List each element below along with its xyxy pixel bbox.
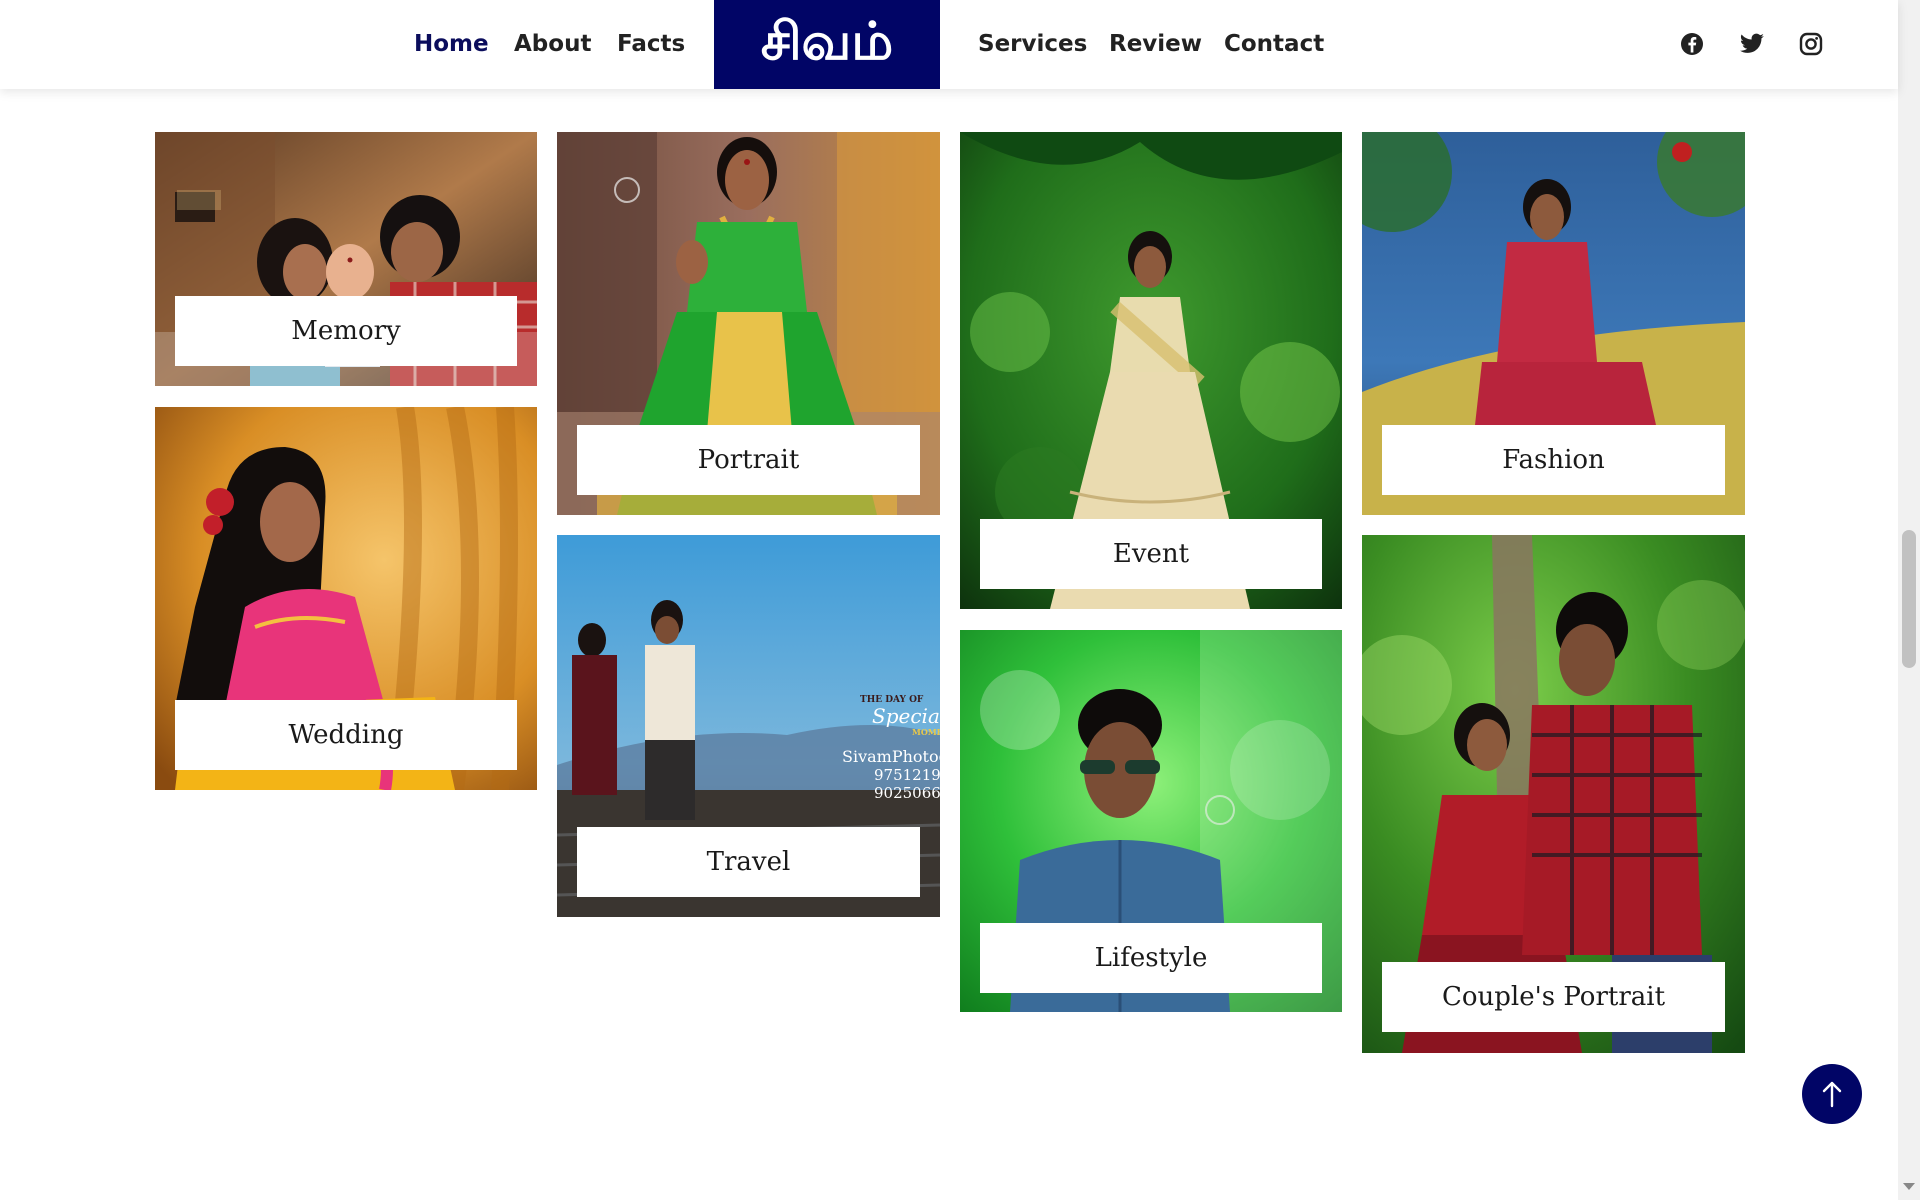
twitter-icon[interactable]	[1739, 31, 1765, 57]
gallery-card-portrait[interactable]: Portrait	[557, 132, 940, 515]
travel-overlay-text: THE DAY OF Special MOME SivamPhotog 9751…	[842, 695, 940, 802]
nav-facts[interactable]: Facts	[617, 0, 685, 89]
caption-event: Event	[980, 519, 1322, 589]
overlay-line2: Special	[872, 704, 940, 728]
overlay-studio: SivamPhotog	[842, 747, 940, 766]
caption-travel: Travel	[577, 827, 920, 897]
nav-review[interactable]: Review	[1109, 0, 1202, 89]
overlay-phone1: 97512195	[874, 766, 940, 784]
gallery-card-couples-portrait[interactable]: Couple's Portrait	[1362, 535, 1745, 1053]
nav-services[interactable]: Services	[978, 0, 1087, 89]
caption-wedding: Wedding	[175, 700, 517, 770]
gallery-card-wedding[interactable]: Wedding	[155, 407, 537, 790]
nav-about[interactable]: About	[514, 0, 591, 89]
overlay-phone2: 90250662	[874, 784, 940, 802]
gallery-card-fashion[interactable]: Fashion	[1362, 132, 1745, 515]
site-logo[interactable]: சிவம்	[714, 0, 940, 89]
gallery-card-lifestyle[interactable]: Lifestyle	[960, 630, 1342, 1012]
nav-contact[interactable]: Contact	[1224, 0, 1324, 89]
scroll-down-arrow[interactable]	[1903, 1183, 1915, 1190]
gallery-card-travel[interactable]: THE DAY OF Special MOME SivamPhotog 9751…	[557, 535, 940, 917]
caption-portrait: Portrait	[577, 425, 920, 495]
instagram-icon[interactable]	[1798, 31, 1824, 57]
caption-fashion: Fashion	[1382, 425, 1725, 495]
nav-home[interactable]: Home	[414, 0, 489, 89]
back-to-top-button[interactable]	[1802, 1064, 1862, 1124]
navbar: Home About Facts சிவம் Services Review C…	[0, 0, 1898, 89]
caption-memory: Memory	[175, 296, 517, 366]
caption-couples-portrait: Couple's Portrait	[1382, 962, 1725, 1032]
caption-lifestyle: Lifestyle	[980, 923, 1322, 993]
scrollbar-thumb[interactable]	[1902, 530, 1916, 668]
overlay-line3: MOME	[912, 727, 940, 737]
gallery-card-memory[interactable]: Memory	[155, 132, 537, 386]
arrow-up-icon	[1822, 1081, 1842, 1108]
facebook-icon[interactable]	[1679, 31, 1705, 57]
gallery-card-event[interactable]: Event	[960, 132, 1342, 609]
